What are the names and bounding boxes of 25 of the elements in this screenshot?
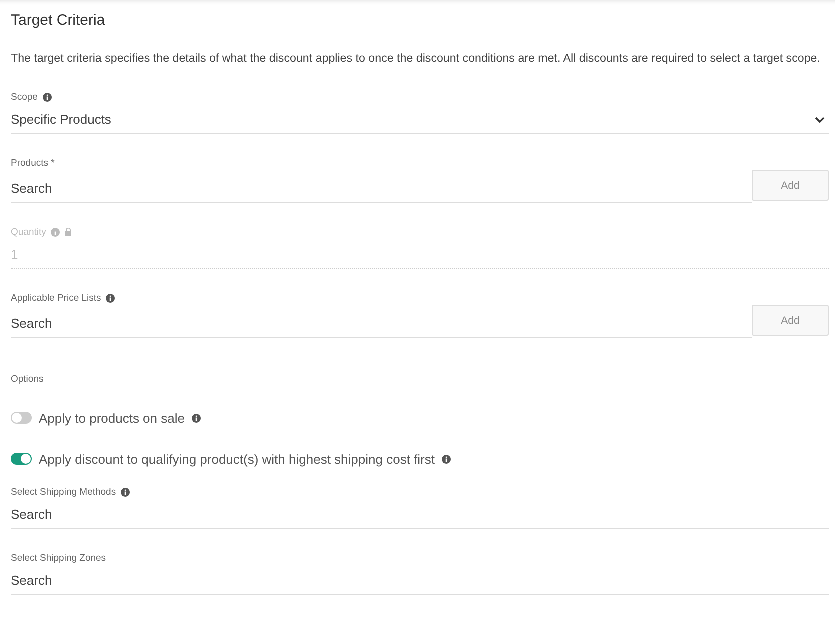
- info-icon[interactable]: [192, 414, 201, 422]
- field-label: Select Shipping Methods: [11, 486, 116, 498]
- field-label: Applicable Price Lists: [11, 292, 102, 304]
- section-label: Options: [11, 374, 44, 385]
- field-label: Select Shipping Zones: [11, 552, 106, 564]
- chevron-down-icon: [815, 116, 825, 124]
- search-field[interactable]: Search: [11, 567, 829, 595]
- toggle-label: Apply discount to qualifying product(s) with highest shipping cost first: [39, 452, 435, 466]
- info-icon[interactable]: [106, 294, 116, 302]
- scope-select[interactable]: Specific Products: [11, 106, 829, 134]
- field-label: Scope: [11, 92, 38, 102]
- description-text: The target criteria specifies the details of what the discount applies to once the discount conditions are met. All discounts are required to select a target scope.: [11, 51, 822, 67]
- field-label: Quantity: [11, 226, 46, 238]
- search-field[interactable]: Search: [11, 175, 752, 203]
- toggle-switch[interactable]: [11, 453, 32, 465]
- search-field[interactable]: Search: [11, 310, 752, 338]
- section-title: Target Criteria: [11, 12, 106, 30]
- toggle-label: Apply to products on sale: [39, 410, 185, 426]
- info-icon[interactable]: [442, 454, 451, 464]
- info-icon[interactable]: [121, 488, 130, 496]
- search-field[interactable]: Search: [11, 501, 829, 529]
- quantity-field: 1: [11, 241, 829, 269]
- info-icon[interactable]: [42, 92, 52, 102]
- toggle-switch[interactable]: [11, 412, 32, 424]
- field-label: Products *: [11, 158, 55, 168]
